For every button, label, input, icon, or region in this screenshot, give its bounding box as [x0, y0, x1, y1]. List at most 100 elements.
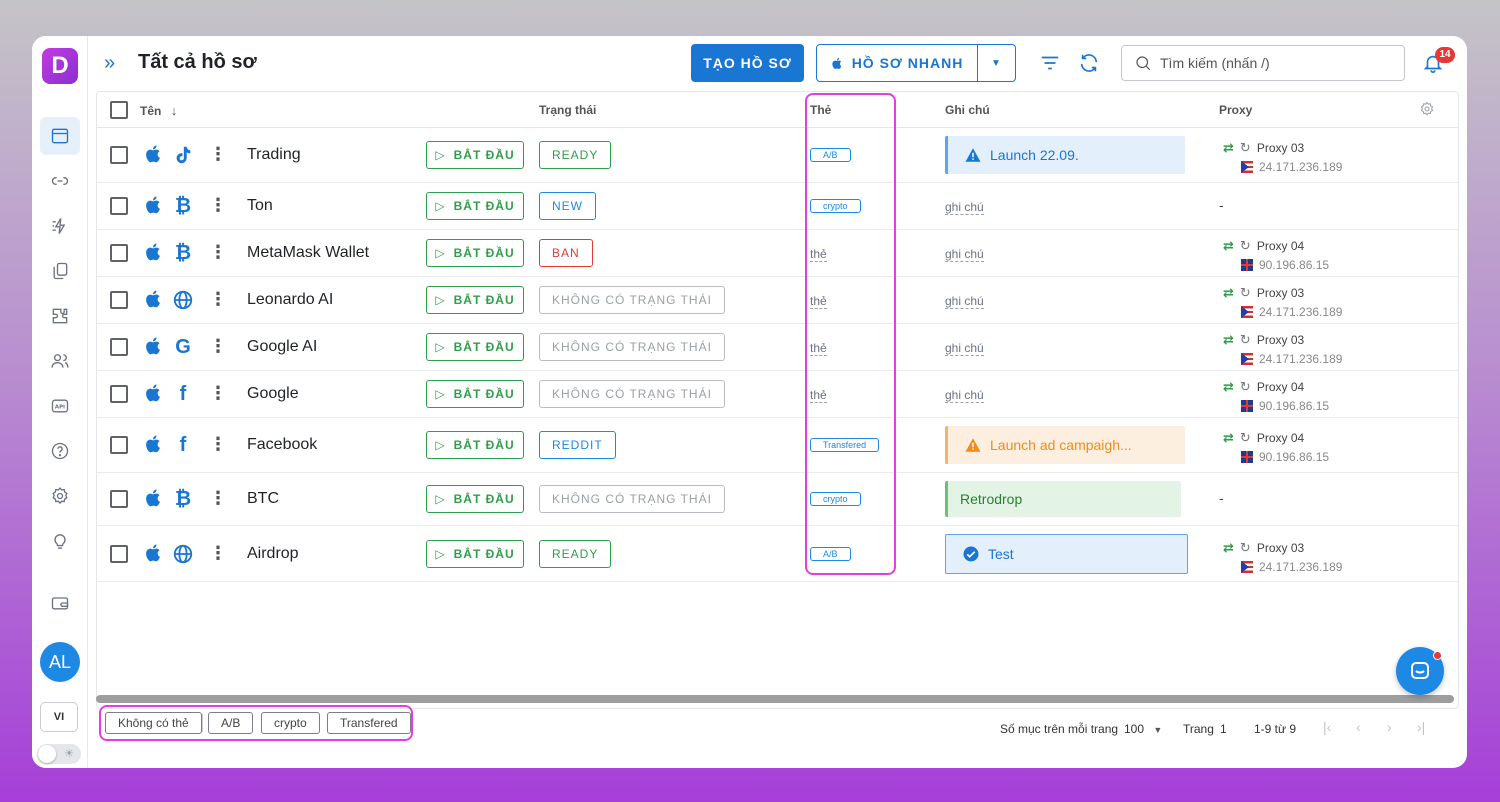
- theme-toggle[interactable]: ☀: [37, 744, 81, 764]
- refresh-button[interactable]: [1078, 52, 1100, 74]
- per-page-select[interactable]: 100 ▼: [1124, 722, 1162, 736]
- table-row[interactable]: ⋮ Trading ▷ BẮT ĐẦU READY A/B Launch 22.0…: [97, 128, 1458, 183]
- row-checkbox[interactable]: [110, 545, 128, 563]
- status-badge[interactable]: KHÔNG CÓ TRẠNG THÁI: [539, 286, 725, 314]
- start-button[interactable]: ▷ BẮT ĐẦU: [426, 333, 524, 361]
- row-menu-button[interactable]: ⋮: [209, 196, 227, 214]
- tag-placeholder[interactable]: thẻ: [810, 388, 827, 403]
- row-checkbox[interactable]: [110, 244, 128, 262]
- row-checkbox[interactable]: [110, 291, 128, 309]
- row-menu-button[interactable]: ⋮: [209, 243, 227, 261]
- table-row[interactable]: ₿ ⋮ BTC ▷ BẮT ĐẦU KHÔNG CÓ TRẠNG THÁI cry…: [97, 473, 1458, 526]
- profile-name[interactable]: Airdrop: [247, 545, 299, 563]
- swap-icon[interactable]: ⇄: [1223, 430, 1234, 446]
- proxy-empty[interactable]: -: [1219, 490, 1224, 506]
- sidebar-item-copy[interactable]: [40, 252, 80, 290]
- tag-chip[interactable]: A/B: [810, 547, 851, 561]
- tag-filter-transfered[interactable]: Transfered: [327, 712, 411, 734]
- proxy-cell[interactable]: ⇄ ↻ Proxy 03 24.171.236.189: [1223, 285, 1342, 319]
- refresh-icon[interactable]: ↻: [1240, 285, 1251, 301]
- start-button[interactable]: ▷ BẮT ĐẦU: [426, 286, 524, 314]
- proxy-cell[interactable]: ⇄ ↻ Proxy 03 24.171.236.189: [1223, 140, 1342, 174]
- refresh-icon[interactable]: ↻: [1240, 238, 1251, 254]
- horizontal-scrollbar[interactable]: [96, 695, 1454, 703]
- note-box[interactable]: Test: [945, 534, 1188, 574]
- note-box[interactable]: Launch 22.09.: [945, 136, 1185, 174]
- proxy-empty[interactable]: -: [1219, 197, 1224, 213]
- row-menu-button[interactable]: ⋮: [209, 489, 227, 507]
- app-logo[interactable]: D: [42, 48, 78, 84]
- profile-name[interactable]: Trading: [247, 146, 301, 164]
- status-badge[interactable]: KHÔNG CÓ TRẠNG THÁI: [539, 485, 725, 513]
- tag-placeholder[interactable]: thẻ: [810, 247, 827, 262]
- page-number[interactable]: 1: [1220, 722, 1227, 736]
- tag-filter-no-tag[interactable]: Không có thẻ: [105, 712, 202, 734]
- row-menu-button[interactable]: ⋮: [209, 384, 227, 402]
- status-badge[interactable]: KHÔNG CÓ TRẠNG THÁI: [539, 333, 725, 361]
- note-box[interactable]: Retrodrop: [945, 481, 1181, 517]
- start-button[interactable]: ▷ BẮT ĐẦU: [426, 485, 524, 513]
- status-badge[interactable]: READY: [539, 540, 612, 568]
- start-button[interactable]: ▷ BẮT ĐẦU: [426, 380, 524, 408]
- profile-name[interactable]: BTC: [247, 490, 279, 508]
- swap-icon[interactable]: ⇄: [1223, 332, 1234, 348]
- refresh-icon[interactable]: ↻: [1240, 332, 1251, 348]
- sidebar-item-extensions[interactable]: [40, 297, 80, 335]
- tag-chip[interactable]: crypto: [810, 492, 861, 506]
- proxy-cell[interactable]: ⇄ ↻ Proxy 04 90.196.86.15: [1223, 238, 1329, 272]
- start-button[interactable]: ▷ BẮT ĐẦU: [426, 141, 524, 169]
- status-badge[interactable]: NEW: [539, 192, 596, 220]
- swap-icon[interactable]: ⇄: [1223, 238, 1234, 254]
- tag-filter-crypto[interactable]: crypto: [261, 712, 320, 734]
- status-badge[interactable]: READY: [539, 141, 612, 169]
- refresh-icon[interactable]: ↻: [1240, 430, 1251, 446]
- first-page-button[interactable]: |‹: [1323, 719, 1331, 735]
- sidebar-item-wallet[interactable]: [40, 584, 80, 622]
- tag-placeholder[interactable]: thẻ: [810, 294, 827, 309]
- proxy-cell[interactable]: ⇄ ↻ Proxy 03 24.171.236.189: [1223, 540, 1342, 574]
- tag-filter-ab[interactable]: A/B: [208, 712, 254, 734]
- tag-chip[interactable]: crypto: [810, 199, 861, 213]
- search-input[interactable]: [1160, 55, 1380, 71]
- proxy-cell[interactable]: ⇄ ↻ Proxy 04 90.196.86.15: [1223, 379, 1329, 413]
- start-button[interactable]: ▷ BẮT ĐẦU: [426, 192, 524, 220]
- status-badge[interactable]: KHÔNG CÓ TRẠNG THÁI: [539, 380, 725, 408]
- filter-button[interactable]: [1039, 52, 1061, 74]
- column-header-notes[interactable]: Ghi chú: [945, 103, 990, 117]
- note-placeholder[interactable]: ghi chú: [945, 247, 984, 262]
- proxy-cell[interactable]: ⇄ ↻ Proxy 04 90.196.86.15: [1223, 430, 1329, 464]
- sidebar-item-links[interactable]: [40, 162, 80, 200]
- column-settings-button[interactable]: [1419, 101, 1435, 117]
- start-button[interactable]: ▷ BẮT ĐẦU: [426, 431, 524, 459]
- start-button[interactable]: ▷ BẮT ĐẦU: [426, 239, 524, 267]
- note-placeholder[interactable]: ghi chú: [945, 341, 984, 356]
- sidebar-item-team[interactable]: [40, 342, 80, 380]
- table-row[interactable]: ₿ ⋮ MetaMask Wallet ▷ BẮT ĐẦU BAN thẻ ghi…: [97, 230, 1458, 277]
- row-checkbox[interactable]: [110, 385, 128, 403]
- column-header-name[interactable]: Tên ↓: [140, 103, 177, 118]
- row-menu-button[interactable]: ⋮: [209, 544, 227, 562]
- sidebar-item-settings[interactable]: [40, 477, 80, 515]
- profile-name[interactable]: Facebook: [247, 436, 317, 454]
- profile-name[interactable]: Ton: [247, 197, 273, 215]
- note-placeholder[interactable]: ghi chú: [945, 200, 984, 215]
- column-header-tags[interactable]: Thẻ: [810, 103, 831, 117]
- prev-page-button[interactable]: ‹: [1356, 719, 1361, 735]
- column-header-proxy[interactable]: Proxy: [1219, 103, 1252, 117]
- table-row[interactable]: ⋮ Airdrop ▷ BẮT ĐẦU READY A/B Test ⇄ ↻ Prox…: [97, 526, 1458, 582]
- row-checkbox[interactable]: [110, 436, 128, 454]
- note-placeholder[interactable]: ghi chú: [945, 388, 984, 403]
- row-menu-button[interactable]: ⋮: [209, 337, 227, 355]
- table-row[interactable]: f ⋮ Google ▷ BẮT ĐẦU KHÔNG CÓ TRẠNG THÁI …: [97, 371, 1458, 418]
- select-all-checkbox[interactable]: [110, 101, 128, 119]
- row-menu-button[interactable]: ⋮: [209, 145, 227, 163]
- table-row[interactable]: f ⋮ Facebook ▷ BẮT ĐẦU REDDIT Transfered …: [97, 418, 1458, 473]
- table-row[interactable]: ₿ ⋮ Ton ▷ BẮT ĐẦU NEW crypto ghi chú -: [97, 183, 1458, 230]
- sidebar-item-ideas[interactable]: [40, 522, 80, 560]
- row-checkbox[interactable]: [110, 490, 128, 508]
- status-badge[interactable]: REDDIT: [539, 431, 616, 459]
- tag-chip[interactable]: Transfered: [810, 438, 880, 452]
- note-box[interactable]: Launch ad campaigh...: [945, 426, 1185, 464]
- proxy-cell[interactable]: ⇄ ↻ Proxy 03 24.171.236.189: [1223, 332, 1342, 366]
- note-placeholder[interactable]: ghi chú: [945, 294, 984, 309]
